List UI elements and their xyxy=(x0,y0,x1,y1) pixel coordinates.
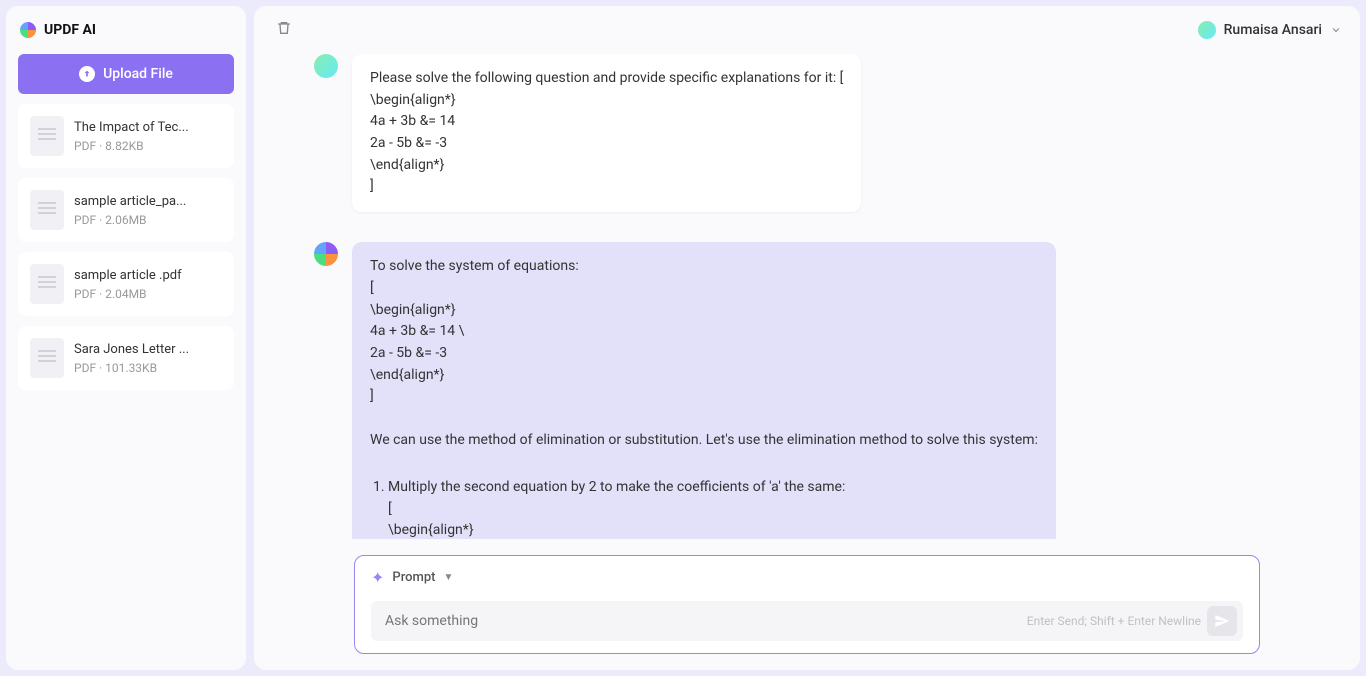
ai-steps-list: Multiply the second equation by 2 to mak… xyxy=(370,477,1038,539)
document-icon xyxy=(30,264,64,304)
send-button[interactable] xyxy=(1207,606,1237,636)
user-name: Rumaisa Ansari xyxy=(1224,22,1322,38)
file-item[interactable]: sample article_pa... PDF · 2.06MB xyxy=(18,178,234,242)
ask-input-wrap: Enter Send; Shift + Enter Newline xyxy=(371,601,1243,641)
file-info: sample article_pa... PDF · 2.06MB xyxy=(74,194,222,227)
chat-area[interactable]: Please solve the following question and … xyxy=(254,54,1360,539)
file-meta: PDF · 8.82KB xyxy=(74,139,222,153)
file-info: Sara Jones Letter ... PDF · 101.33KB xyxy=(74,342,222,375)
user-avatar-icon xyxy=(314,54,338,78)
ai-method-text: We can use the method of elimination or … xyxy=(370,430,1038,452)
user-menu[interactable]: Rumaisa Ansari xyxy=(1198,21,1342,40)
ai-step1-text: Multiply the second equation by 2 to mak… xyxy=(388,479,845,495)
file-name: The Impact of Tec... xyxy=(74,120,222,135)
file-meta: PDF · 101.33KB xyxy=(74,361,222,375)
file-info: The Impact of Tec... PDF · 8.82KB xyxy=(74,120,222,153)
file-meta: PDF · 2.06MB xyxy=(74,213,222,227)
upload-icon xyxy=(79,66,95,82)
prompt-selector[interactable]: ✦ Prompt ▼ xyxy=(371,568,1243,587)
file-meta: PDF · 2.04MB xyxy=(74,287,222,301)
document-icon xyxy=(30,116,64,156)
file-item[interactable]: The Impact of Tec... PDF · 8.82KB xyxy=(18,104,234,168)
file-info: sample article .pdf PDF · 2.04MB xyxy=(74,268,222,301)
user-message-text: Please solve the following question and … xyxy=(370,68,843,198)
ai-avatar-icon xyxy=(314,242,338,266)
ai-message-row: To solve the system of equations: [ \beg… xyxy=(314,242,1320,539)
user-message-row: Please solve the following question and … xyxy=(314,54,1320,212)
file-name: sample article_pa... xyxy=(74,194,222,209)
ai-step1-math: [ \begin{align*} 4a + 3b &= 14 \ 4a - 10… xyxy=(388,499,1038,539)
app-title: UPDF AI xyxy=(44,22,96,38)
ai-step-1: Multiply the second equation by 2 to mak… xyxy=(388,477,1038,539)
main-panel: Rumaisa Ansari Please solve the followin… xyxy=(254,6,1360,670)
user-message-bubble: Please solve the following question and … xyxy=(352,54,861,212)
chevron-down-icon xyxy=(1330,21,1342,40)
prompt-label: Prompt xyxy=(392,570,435,585)
sidebar: UPDF AI Upload File The Impact of Tec...… xyxy=(6,6,246,670)
app-logo-icon xyxy=(20,22,36,38)
ai-message-bubble: To solve the system of equations: [ \beg… xyxy=(352,242,1056,539)
file-name: Sara Jones Letter ... xyxy=(74,342,222,357)
file-name: sample article .pdf xyxy=(74,268,222,283)
input-hint: Enter Send; Shift + Enter Newline xyxy=(1027,614,1201,628)
caret-down-icon: ▼ xyxy=(443,572,453,583)
delete-button[interactable] xyxy=(272,16,296,44)
topbar: Rumaisa Ansari xyxy=(254,6,1360,54)
file-item[interactable]: sample article .pdf PDF · 2.04MB xyxy=(18,252,234,316)
ai-intro-text: To solve the system of equations: [ \beg… xyxy=(370,256,1038,408)
sidebar-header: UPDF AI xyxy=(18,18,234,44)
input-box: ✦ Prompt ▼ Enter Send; Shift + Enter New… xyxy=(354,555,1260,654)
file-item[interactable]: Sara Jones Letter ... PDF · 101.33KB xyxy=(18,326,234,390)
input-panel: ✦ Prompt ▼ Enter Send; Shift + Enter New… xyxy=(354,555,1260,654)
document-icon xyxy=(30,338,64,378)
upload-file-button[interactable]: Upload File xyxy=(18,54,234,94)
avatar xyxy=(1198,21,1216,39)
document-icon xyxy=(30,190,64,230)
ask-input[interactable] xyxy=(371,601,1027,641)
upload-label: Upload File xyxy=(103,66,173,82)
sparkle-icon: ✦ xyxy=(371,568,384,587)
